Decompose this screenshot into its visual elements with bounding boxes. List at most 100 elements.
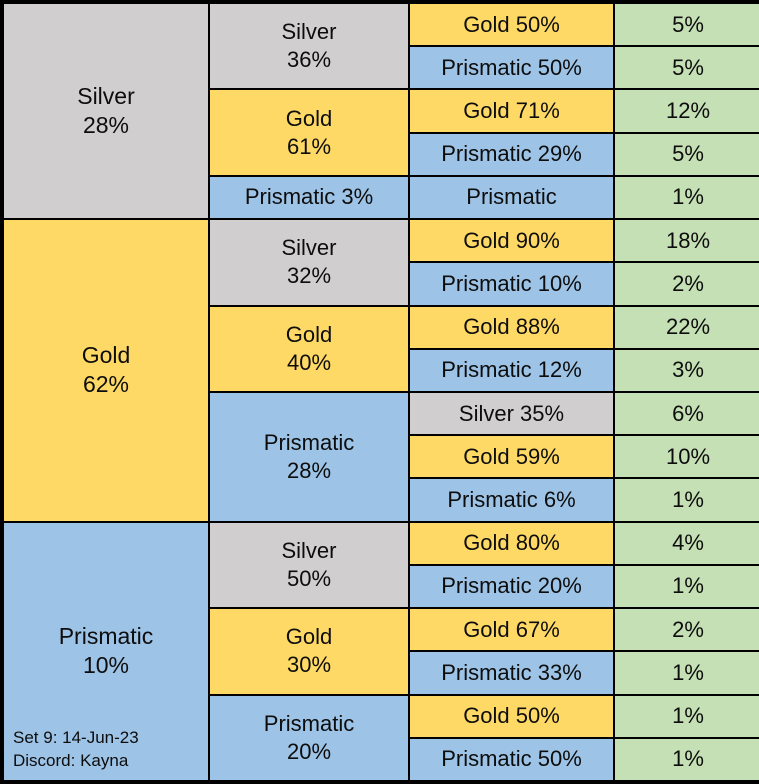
level3-cell: Prismatic 50%	[408, 736, 615, 782]
cell-label: 1%	[672, 703, 704, 729]
nested-proportion-grid: Silver 28% Gold 62% Prismatic 10% Set 9: 14-Ju…	[0, 0, 759, 784]
cell-percent: 61%	[286, 133, 332, 159]
combined-percent-cell: 3%	[613, 347, 759, 393]
cell-label: Silver 35%	[458, 400, 565, 426]
level3-cell: Prismatic	[408, 174, 615, 221]
combined-percent-cell: 5%	[613, 2, 759, 48]
level3-cell: Gold 90%	[408, 218, 615, 264]
cell-label: Prismatic 10%	[441, 270, 582, 296]
cell-label: 1%	[672, 486, 704, 512]
cell-label: Prismatic	[263, 429, 355, 455]
cell-label: 10%	[665, 443, 711, 469]
combined-percent-cell: 12%	[613, 88, 759, 134]
level3-cell: Gold 67%	[408, 607, 615, 653]
cell-label: Prismatic 12%	[441, 357, 582, 383]
level2-cell-gold: Gold 30%	[208, 607, 410, 696]
level2-cell-gold: Gold 40%	[208, 304, 410, 393]
cell-label: 18%	[665, 227, 711, 253]
cell-label: 5%	[672, 11, 704, 37]
cell-label: Gold	[285, 105, 333, 131]
combined-percent-cell: 10%	[613, 434, 759, 480]
combined-percent-cell: 18%	[613, 218, 759, 264]
cell-percent: 36%	[286, 47, 332, 73]
level2-cell-prismatic: Prismatic 3%	[208, 174, 410, 221]
cell-label: Gold 50%	[463, 11, 560, 37]
cell-label: 22%	[665, 314, 711, 340]
level1-cell-silver: Silver 28%	[2, 2, 210, 221]
cell-label: 12%	[665, 97, 711, 123]
cell-label: Gold 90%	[463, 227, 560, 253]
cell-label: Gold 67%	[463, 616, 560, 642]
cell-label: Prismatic 3%	[244, 184, 374, 210]
level1-cell-gold: Gold 62%	[2, 218, 210, 523]
level3-cell: Prismatic 20%	[408, 563, 615, 610]
cell-label: 5%	[672, 141, 704, 167]
combined-percent-cell: 1%	[613, 693, 759, 739]
combined-percent-cell: 1%	[613, 736, 759, 782]
cell-percent: 20%	[286, 738, 332, 764]
level2-cell-prismatic: Prismatic 20%	[208, 693, 410, 782]
level3-cell: Gold 88%	[408, 304, 615, 350]
probability-breakdown-figure: Silver 28% Gold 62% Prismatic 10% Set 9: 14-Ju…	[0, 0, 759, 784]
level3-cell: Gold 80%	[408, 520, 615, 566]
cell-percent: 40%	[286, 349, 332, 375]
cell-label: Prismatic 29%	[441, 141, 582, 167]
cell-label: Prismatic 33%	[441, 659, 582, 685]
cell-label: Silver	[281, 19, 337, 45]
cell-label: Gold 71%	[463, 97, 560, 123]
cell-label: 5%	[672, 54, 704, 80]
cell-label: Prismatic 50%	[441, 746, 582, 772]
cell-percent: 62%	[82, 371, 130, 398]
cell-label: 4%	[672, 530, 704, 556]
level2-cell-gold: Gold 61%	[208, 88, 410, 177]
combined-percent-cell: 2%	[613, 261, 759, 307]
level3-cell: Prismatic 29%	[408, 131, 615, 177]
combined-percent-cell: 6%	[613, 390, 759, 437]
cell-label: 3%	[672, 357, 704, 383]
figure-footnote: Set 9: 14-Jun-23 Discord: Kayna	[13, 727, 139, 773]
level1-cell-prismatic: Prismatic 10% Set 9: 14-Jun-23 Discord: Kay…	[2, 520, 210, 782]
combined-percent-cell: 1%	[613, 477, 759, 523]
cell-label: 2%	[672, 270, 704, 296]
cell-percent: 28%	[286, 457, 332, 483]
cell-label: Silver	[281, 235, 337, 261]
cell-label: Gold 50%	[463, 703, 560, 729]
cell-label: Silver	[281, 537, 337, 563]
combined-percent-cell: 2%	[613, 607, 759, 653]
combined-percent-cell: 1%	[613, 650, 759, 696]
level2-cell-silver: Silver 50%	[208, 520, 410, 610]
cell-label: Gold	[285, 321, 333, 347]
cell-percent: 50%	[286, 565, 332, 591]
cell-percent: 30%	[286, 652, 332, 678]
footnote-discord: Discord: Kayna	[13, 751, 129, 771]
combined-percent-cell: 1%	[613, 174, 759, 221]
level3-cell: Gold 71%	[408, 88, 615, 134]
level3-cell: Gold 50%	[408, 693, 615, 739]
cell-label: Silver	[77, 82, 135, 109]
cell-percent: 10%	[82, 652, 130, 679]
combined-percent-cell: 5%	[613, 45, 759, 91]
combined-percent-cell: 5%	[613, 131, 759, 177]
cell-label: Prismatic 50%	[441, 54, 582, 80]
cell-label: 2%	[672, 616, 704, 642]
cell-label: 1%	[672, 746, 704, 772]
level2-cell-prismatic: Prismatic 28%	[208, 390, 410, 523]
cell-label: 1%	[672, 184, 704, 210]
cell-label: Gold 59%	[463, 443, 560, 469]
level2-cell-silver: Silver 32%	[208, 218, 410, 307]
cell-label: Gold	[285, 624, 333, 650]
cell-label: Prismatic 6%	[447, 486, 576, 512]
cell-label: Prismatic	[466, 184, 557, 210]
cell-label: 1%	[672, 659, 704, 685]
cell-label: 1%	[672, 573, 704, 599]
cell-percent: 28%	[82, 112, 130, 139]
level3-cell: Prismatic 6%	[408, 477, 615, 523]
cell-label: Prismatic	[58, 622, 154, 649]
footnote-set: Set 9: 14-Jun-23	[13, 728, 139, 748]
level3-cell: Prismatic 10%	[408, 261, 615, 307]
combined-percent-cell: 22%	[613, 304, 759, 350]
cell-label: Gold 88%	[463, 314, 560, 340]
level2-cell-silver: Silver 36%	[208, 2, 410, 91]
level3-cell: Prismatic 50%	[408, 45, 615, 91]
cell-label: 6%	[672, 400, 704, 426]
